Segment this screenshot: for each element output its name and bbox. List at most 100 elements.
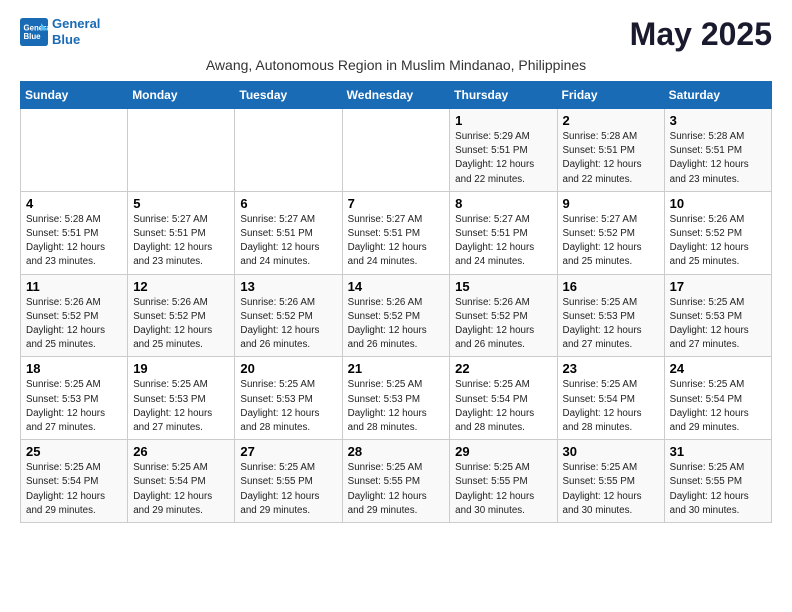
logo: General Blue General Blue xyxy=(20,16,100,47)
calendar-cell: 11Sunrise: 5:26 AMSunset: 5:52 PMDayligh… xyxy=(21,274,128,357)
day-number: 2 xyxy=(563,113,659,128)
day-number: 31 xyxy=(670,444,766,459)
calendar-cell: 29 Sunrise: 5:25 AMSunset: 5:55 PMDayligh… xyxy=(450,440,557,523)
day-info: Sunrise: 5:25 AMSunset: 5:54 PMDaylight:… xyxy=(670,378,766,435)
day-info: Sunrise: 5:25 AMSunset: 5:53 PMDaylight:… xyxy=(26,378,122,435)
day-number: 27 xyxy=(240,444,336,459)
calendar-cell: 15 Sunrise: 5:26 AMSunset: 5:52 PMDayligh… xyxy=(450,274,557,357)
svg-text:Blue: Blue xyxy=(24,32,42,41)
calendar-cell: 13 Sunrise: 5:26 AMSunset: 5:52 PMDayligh… xyxy=(235,274,342,357)
day-info: Sunrise: 5:25 AMSunset: 5:55 PMDaylight:… xyxy=(348,461,445,518)
day-info: Sunrise: 5:25 AMSunset: 5:53 PMDaylight:… xyxy=(133,378,229,435)
calendar-cell: 7Sunrise: 5:27 AMSunset: 5:51 PMDaylight… xyxy=(342,191,450,274)
day-info: Sunrise: 5:25 AMSunset: 5:53 PMDaylight:… xyxy=(670,296,766,353)
day-number: 12 xyxy=(133,279,229,294)
calendar-cell: 21 Sunrise: 5:25 AMSunset: 5:53 PMDayligh… xyxy=(342,357,450,440)
day-info: Sunrise: 5:25 AMSunset: 5:54 PMDaylight:… xyxy=(133,461,229,518)
day-number: 23 xyxy=(563,361,659,376)
calendar-cell: 28 Sunrise: 5:25 AMSunset: 5:55 PMDayligh… xyxy=(342,440,450,523)
calendar-cell: 25Sunrise: 5:25 AMSunset: 5:54 PMDayligh… xyxy=(21,440,128,523)
calendar-cell: 1Sunrise: 5:29 AMSunset: 5:51 PMDaylight… xyxy=(450,109,557,192)
day-number: 6 xyxy=(240,196,336,211)
calendar-cell: 22 Sunrise: 5:25 AMSunset: 5:54 PMDayligh… xyxy=(450,357,557,440)
day-info: Sunrise: 5:25 AMSunset: 5:53 PMDaylight:… xyxy=(240,378,336,435)
calendar-cell: 16 Sunrise: 5:25 AMSunset: 5:53 PMDayligh… xyxy=(557,274,664,357)
day-info: Sunrise: 5:26 AMSunset: 5:52 PMDaylight:… xyxy=(348,296,445,353)
calendar-cell: 9 Sunrise: 5:27 AMSunset: 5:52 PMDaylight… xyxy=(557,191,664,274)
calendar-cell: 20 Sunrise: 5:25 AMSunset: 5:53 PMDayligh… xyxy=(235,357,342,440)
calendar-cell: 23 Sunrise: 5:25 AMSunset: 5:54 PMDayligh… xyxy=(557,357,664,440)
day-number: 30 xyxy=(563,444,659,459)
day-number: 4 xyxy=(26,196,122,211)
day-info: Sunrise: 5:25 AMSunset: 5:54 PMDaylight:… xyxy=(455,378,551,435)
calendar-cell: 18 Sunrise: 5:25 AMSunset: 5:53 PMDayligh… xyxy=(21,357,128,440)
day-info: Sunrise: 5:27 AMSunset: 5:51 PMDaylight:… xyxy=(455,213,551,270)
day-number: 17 xyxy=(670,279,766,294)
calendar-cell: 6 Sunrise: 5:27 AMSunset: 5:51 PMDaylight… xyxy=(235,191,342,274)
day-number: 20 xyxy=(240,361,336,376)
calendar-cell: 27 Sunrise: 5:25 AMSunset: 5:55 PMDayligh… xyxy=(235,440,342,523)
day-info: Sunrise: 5:26 AMSunset: 5:52 PMDaylight:… xyxy=(670,213,766,270)
day-info: Sunrise: 5:27 AMSunset: 5:51 PMDaylight:… xyxy=(240,213,336,270)
calendar-cell: 2 Sunrise: 5:28 AMSunset: 5:51 PMDaylight… xyxy=(557,109,664,192)
calendar-cell: 24 Sunrise: 5:25 AMSunset: 5:54 PMDayligh… xyxy=(664,357,771,440)
calendar-cell: 26 Sunrise: 5:25 AMSunset: 5:54 PMDayligh… xyxy=(128,440,235,523)
day-number: 16 xyxy=(563,279,659,294)
day-info: Sunrise: 5:26 AMSunset: 5:52 PMDaylight:… xyxy=(133,296,229,353)
day-number: 29 xyxy=(455,444,551,459)
day-info: Sunrise: 5:25 AMSunset: 5:53 PMDaylight:… xyxy=(348,378,445,435)
calendar-cell xyxy=(21,109,128,192)
calendar-cell: 12 Sunrise: 5:26 AMSunset: 5:52 PMDayligh… xyxy=(128,274,235,357)
calendar-cell: 14 Sunrise: 5:26 AMSunset: 5:52 PMDayligh… xyxy=(342,274,450,357)
logo-icon: General Blue xyxy=(20,18,48,46)
day-info: Sunrise: 5:25 AMSunset: 5:55 PMDaylight:… xyxy=(455,461,551,518)
month-title: May 2025 xyxy=(630,16,772,53)
calendar-cell: 19 Sunrise: 5:25 AMSunset: 5:53 PMDayligh… xyxy=(128,357,235,440)
weekday-header-tuesday: Tuesday xyxy=(235,82,342,109)
day-number: 19 xyxy=(133,361,229,376)
day-info: Sunrise: 5:26 AMSunset: 5:52 PMDaylight:… xyxy=(26,296,122,353)
day-number: 21 xyxy=(348,361,445,376)
day-number: 3 xyxy=(670,113,766,128)
day-info: Sunrise: 5:26 AMSunset: 5:52 PMDaylight:… xyxy=(455,296,551,353)
calendar-cell: 8 Sunrise: 5:27 AMSunset: 5:51 PMDaylight… xyxy=(450,191,557,274)
day-info: Sunrise: 5:29 AMSunset: 5:51 PMDaylight:… xyxy=(455,130,551,187)
logo-text: General Blue xyxy=(52,16,100,47)
weekday-header-sunday: Sunday xyxy=(21,82,128,109)
day-info: Sunrise: 5:28 AMSunset: 5:51 PMDaylight:… xyxy=(563,130,659,187)
day-number: 8 xyxy=(455,196,551,211)
day-info: Sunrise: 5:28 AMSunset: 5:51 PMDaylight:… xyxy=(26,213,122,270)
day-number: 7 xyxy=(348,196,445,211)
calendar-cell xyxy=(128,109,235,192)
day-number: 5 xyxy=(133,196,229,211)
day-number: 10 xyxy=(670,196,766,211)
day-number: 14 xyxy=(348,279,445,294)
day-number: 24 xyxy=(670,361,766,376)
day-info: Sunrise: 5:27 AMSunset: 5:52 PMDaylight:… xyxy=(563,213,659,270)
day-number: 26 xyxy=(133,444,229,459)
weekday-header-monday: Monday xyxy=(128,82,235,109)
day-info: Sunrise: 5:25 AMSunset: 5:55 PMDaylight:… xyxy=(240,461,336,518)
calendar-cell xyxy=(342,109,450,192)
day-number: 9 xyxy=(563,196,659,211)
calendar-cell: 10 Sunrise: 5:26 AMSunset: 5:52 PMDayligh… xyxy=(664,191,771,274)
weekday-header-friday: Friday xyxy=(557,82,664,109)
day-number: 18 xyxy=(26,361,122,376)
day-number: 28 xyxy=(348,444,445,459)
day-info: Sunrise: 5:25 AMSunset: 5:53 PMDaylight:… xyxy=(563,296,659,353)
weekday-header-wednesday: Wednesday xyxy=(342,82,450,109)
day-number: 25 xyxy=(26,444,122,459)
weekday-header-saturday: Saturday xyxy=(664,82,771,109)
day-number: 15 xyxy=(455,279,551,294)
calendar-table: SundayMondayTuesdayWednesdayThursdayFrid… xyxy=(20,81,772,523)
calendar-subtitle: Awang, Autonomous Region in Muslim Minda… xyxy=(20,57,772,73)
calendar-cell: 5 Sunrise: 5:27 AMSunset: 5:51 PMDaylight… xyxy=(128,191,235,274)
day-number: 13 xyxy=(240,279,336,294)
calendar-cell: 3Sunrise: 5:28 AMSunset: 5:51 PMDaylight… xyxy=(664,109,771,192)
day-info: Sunrise: 5:26 AMSunset: 5:52 PMDaylight:… xyxy=(240,296,336,353)
day-info: Sunrise: 5:25 AMSunset: 5:55 PMDaylight:… xyxy=(563,461,659,518)
day-info: Sunrise: 5:27 AMSunset: 5:51 PMDaylight:… xyxy=(133,213,229,270)
calendar-cell xyxy=(235,109,342,192)
day-info: Sunrise: 5:25 AMSunset: 5:54 PMDaylight:… xyxy=(563,378,659,435)
day-number: 22 xyxy=(455,361,551,376)
